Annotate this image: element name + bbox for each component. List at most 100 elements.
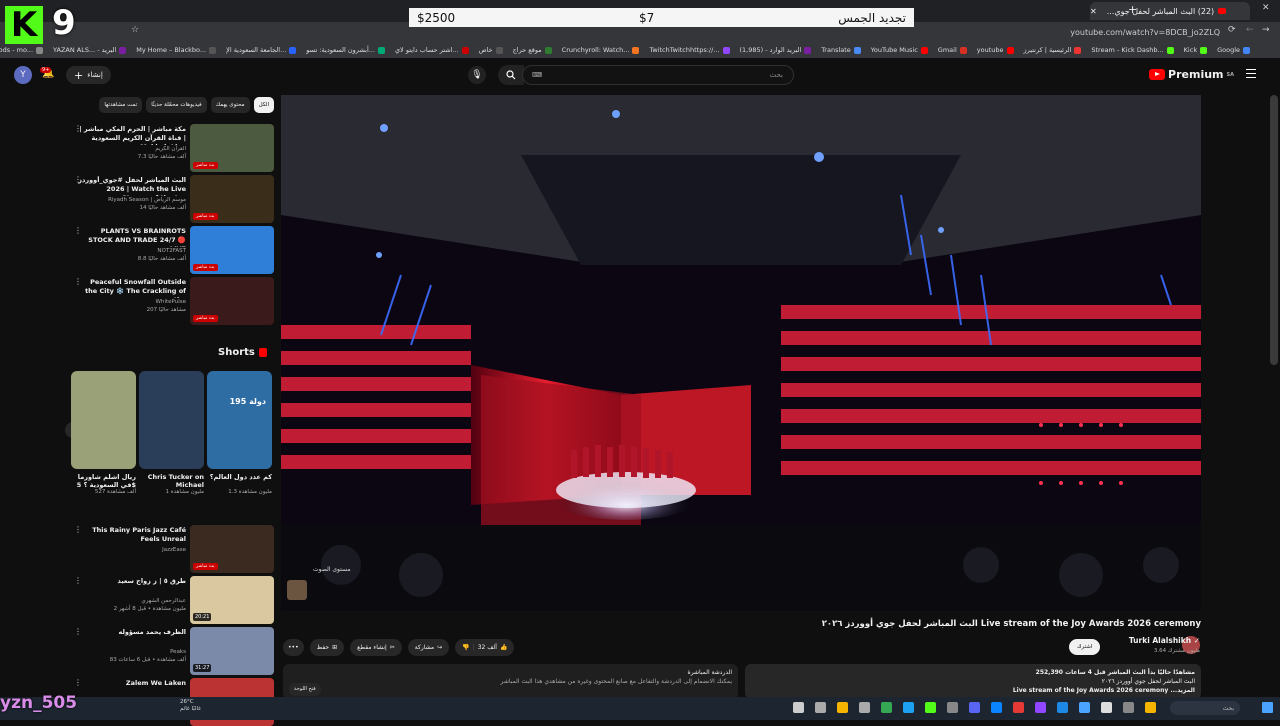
bookmark-item[interactable]: الجامعة السعودية الإ... bbox=[226, 46, 297, 54]
dislike-icon[interactable]: 👎 bbox=[462, 644, 469, 651]
taskbar-app-icon[interactable] bbox=[1035, 702, 1046, 713]
rec-item[interactable]: بث مباشر Peaceful Snowfall Outside the C… bbox=[70, 277, 274, 325]
more-options-icon[interactable]: ⋮ bbox=[74, 277, 82, 286]
bookmark-item[interactable]: My Home – Blackbo... bbox=[136, 46, 217, 54]
taskbar-app-icon[interactable] bbox=[1079, 702, 1090, 713]
more-options-icon[interactable]: ⋮ bbox=[74, 678, 82, 687]
description-box[interactable]: 252,390 مشاهدًا حاليًا بدأ البث المباشر … bbox=[745, 664, 1201, 699]
more-options-icon[interactable]: ⋮ bbox=[74, 576, 82, 585]
rec-thumbnail[interactable]: بث مباشر bbox=[190, 277, 274, 325]
page-scrollbar[interactable] bbox=[1270, 95, 1278, 365]
channel-name[interactable]: Turki Alalshikh ✓ bbox=[1129, 636, 1200, 645]
taskbar-app-icon[interactable] bbox=[837, 702, 848, 713]
open-chat-button[interactable]: فتح اللوحة bbox=[289, 683, 321, 696]
bookmark-item[interactable]: YouTube Music bbox=[871, 46, 928, 54]
forward-icon[interactable]: ← bbox=[1246, 25, 1254, 35]
taskbar-search[interactable]: بحث bbox=[1170, 701, 1240, 715]
rec-item[interactable]: 20:21 طرق ٥ | ز زواج سعيد عبدالرحمن الشه… bbox=[70, 576, 274, 624]
rec-channel[interactable]: WhitePulse bbox=[78, 299, 186, 305]
window-close-icon[interactable]: ✕ bbox=[1262, 3, 1270, 13]
bookmark-item[interactable]: TwitchTwitchhttps://... bbox=[649, 46, 730, 54]
rec-item[interactable]: بث مباشر This Rainy Paris Jazz Café Feel… bbox=[70, 525, 274, 573]
rec-thumbnail[interactable]: بث مباشر bbox=[190, 124, 274, 172]
taskbar-app-icon[interactable] bbox=[969, 702, 980, 713]
clip-button[interactable]: إنشاء مقطع ✂ bbox=[350, 638, 402, 656]
short-caption[interactable]: Chris Tucker on Michael bbox=[139, 473, 204, 489]
share-button[interactable]: مشاركة ↪ bbox=[407, 638, 450, 656]
short-thumbnail[interactable]: 195 دولة bbox=[207, 371, 272, 469]
more-button[interactable]: ••• bbox=[283, 638, 304, 656]
bookmark-item[interactable]: خاص bbox=[479, 46, 503, 54]
more-options-icon[interactable]: ⋮ bbox=[74, 124, 82, 133]
reload-icon[interactable]: ⟳ bbox=[1228, 25, 1236, 35]
video-player[interactable] bbox=[281, 95, 1201, 611]
rec-title[interactable]: الظرف يحمد مسؤوله bbox=[78, 628, 187, 637]
bookmark-item[interactable]: YAZAN ALS... - البريد bbox=[53, 46, 127, 54]
new-tab-icon[interactable]: + bbox=[1128, 3, 1137, 16]
create-button[interactable]: + إنشاء bbox=[66, 66, 111, 84]
star-icon[interactable]: ☆ bbox=[131, 25, 139, 35]
avatar[interactable]: Y bbox=[14, 66, 32, 84]
rec-channel[interactable]: Riyadh Season | موسم الرياض bbox=[78, 197, 186, 203]
taskbar-app-icon[interactable] bbox=[881, 702, 892, 713]
menu-icon[interactable] bbox=[1246, 69, 1256, 78]
rec-thumbnail[interactable]: 20:21 bbox=[190, 576, 274, 624]
taskbar-app-icon[interactable] bbox=[815, 702, 826, 713]
short-thumbnail[interactable] bbox=[71, 371, 136, 469]
rec-thumbnail[interactable]: بث مباشر bbox=[190, 175, 274, 223]
more-options-icon[interactable]: ⋮ bbox=[74, 627, 82, 636]
taskbar-app-icon[interactable] bbox=[859, 702, 870, 713]
bookmark-item[interactable]: Stream - Kick Dashb... bbox=[1091, 46, 1174, 54]
close-tab-icon[interactable]: ✕ bbox=[1090, 7, 1097, 16]
rec-channel[interactable]: القرآن الكريم bbox=[78, 146, 186, 152]
tab-active[interactable]: (22) البث المباشر لحفل جوي... ✕ bbox=[1090, 2, 1250, 20]
bookmark-item[interactable]: youtube bbox=[977, 46, 1014, 54]
taskbar-app-icon[interactable] bbox=[903, 702, 914, 713]
like-icon[interactable]: 👍 bbox=[500, 644, 507, 651]
back-icon[interactable]: → bbox=[1262, 25, 1270, 35]
chip-0[interactable]: الكل bbox=[253, 97, 274, 113]
taskbar-app-icon[interactable] bbox=[1013, 702, 1024, 713]
rec-channel[interactable]: عبدالرحمن الشهري bbox=[78, 598, 186, 604]
taskbar-app-icon[interactable] bbox=[1101, 702, 1112, 713]
microphone-icon[interactable]: 🎙 bbox=[468, 66, 486, 84]
bookmark-item[interactable]: Translate bbox=[821, 46, 861, 54]
taskbar-app-icon[interactable] bbox=[991, 702, 1002, 713]
url-text[interactable]: youtube.com/watch?v=8DCB_jo2ZLQ bbox=[1070, 25, 1220, 39]
rec-item[interactable]: 31:27 الظرف يحمد مسؤوله Peaks 83 ألف مشا… bbox=[70, 627, 274, 675]
chip-1[interactable]: محتوى يهمك bbox=[210, 97, 250, 113]
weather-widget[interactable]: 26°C غالبًا غائم bbox=[180, 699, 201, 713]
short-caption[interactable]: كم عدد دول العالم؟ bbox=[207, 473, 272, 481]
rec-thumbnail[interactable]: بث مباشر bbox=[190, 226, 274, 274]
bookmark-item[interactable]: Crunchyroll: Watch... bbox=[562, 46, 640, 54]
rec-channel[interactable]: NOT2FAST bbox=[78, 248, 186, 254]
rec-title[interactable]: طرق ٥ | ز زواج سعيد bbox=[78, 577, 186, 586]
rec-title[interactable]: Peaceful Snowfall Outside the City ❄️ Th… bbox=[78, 278, 186, 298]
chip-3[interactable]: تمت مشاهدتها bbox=[99, 97, 143, 113]
rec-channel[interactable]: Peaks bbox=[78, 649, 186, 655]
rec-item[interactable]: بث مباشر PLANTS VS BRAINROTS STOCK AND T… bbox=[70, 226, 274, 274]
rec-item[interactable]: بث مباشر البث المباشر لحفل #جوي_أووردز 2… bbox=[70, 175, 274, 223]
rec-title[interactable]: PLANTS VS BRAINROTS STOCK AND TRADE 24/7… bbox=[78, 227, 186, 247]
rec-item[interactable]: بث مباشر مكة مباشر | الحرم المكي مباشر |… bbox=[70, 124, 274, 172]
bookmark-item[interactable]: Google bbox=[1217, 46, 1250, 54]
rec-thumbnail[interactable]: 31:27 bbox=[190, 627, 274, 675]
rec-title[interactable]: البث المباشر لحفل #جوي_أووردز 2026 | Wat… bbox=[78, 176, 186, 196]
youtube-premium-logo[interactable]: Premium SA bbox=[1149, 68, 1234, 81]
bookmark-item[interactable]: البريد الوارد - (1,985) bbox=[740, 46, 812, 54]
bookmark-item[interactable]: أبشرون السعودية: تسو... bbox=[306, 46, 385, 54]
rec-channel[interactable]: JazzEase bbox=[78, 547, 186, 553]
bookmark-item[interactable]: اشتر حساب دايتو لاي... bbox=[395, 46, 469, 54]
bookmark-item[interactable]: Gmail bbox=[938, 46, 967, 54]
taskbar-app-icon[interactable] bbox=[1057, 702, 1068, 713]
chip-2[interactable]: فيديوهات محمّلة حديثًا bbox=[146, 97, 207, 113]
rec-title[interactable]: مكة مباشر | الحرم المكي مباشر | قناة الق… bbox=[78, 125, 186, 145]
taskbar-app-icon[interactable] bbox=[947, 702, 958, 713]
taskbar-app-icon[interactable] bbox=[925, 702, 936, 713]
keyboard-icon[interactable]: ⌨ bbox=[532, 71, 542, 79]
subscribe-button[interactable]: اشترك bbox=[1069, 639, 1101, 655]
bookmark-item[interactable]: Bonelab Mods - mo... bbox=[0, 46, 44, 54]
short-thumbnail[interactable] bbox=[139, 371, 204, 469]
taskbar-app-icon[interactable] bbox=[793, 702, 804, 713]
rec-title[interactable]: Zalem We Laken bbox=[78, 679, 186, 688]
